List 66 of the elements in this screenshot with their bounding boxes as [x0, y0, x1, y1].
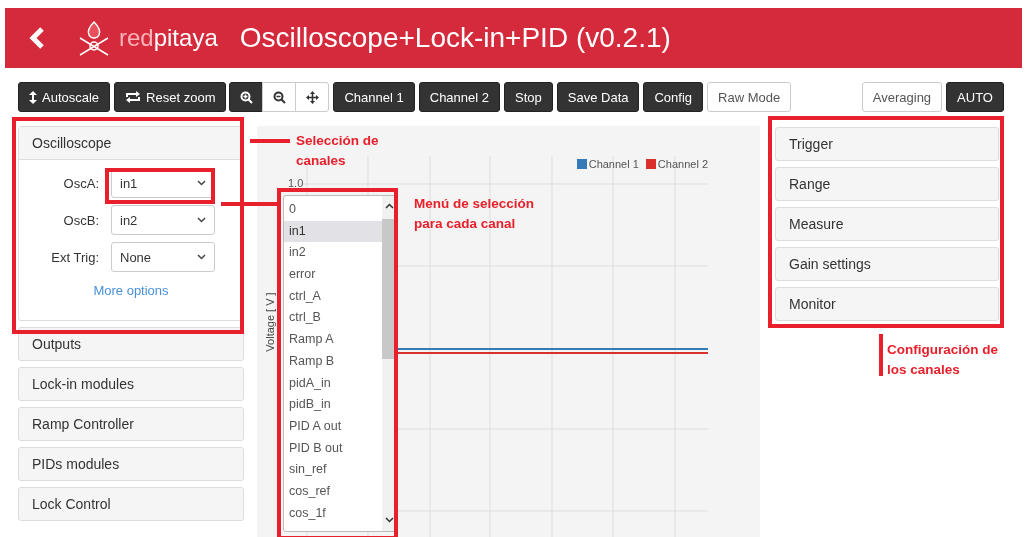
dropdown-option[interactable]: ctrl_B	[284, 307, 382, 330]
annotation-label: Selección de canales	[296, 132, 379, 170]
axis-label: Voltage [ V ]	[263, 292, 276, 352]
panel-section[interactable]: Measure	[775, 207, 999, 241]
zoom-in-button[interactable]	[229, 82, 264, 112]
panel-section[interactable]: Lock-in modules	[18, 367, 244, 401]
move-icon	[305, 90, 319, 104]
dropdown-option[interactable]: PID B out	[284, 437, 382, 460]
annotation-label: Menú de selección para cada canal	[414, 195, 535, 233]
toolbar-button[interactable]: Channel 2	[418, 82, 501, 112]
toolbar-button[interactable]: Averaging	[861, 82, 943, 112]
panel-section[interactable]: Gain settings	[775, 247, 999, 281]
panel-section[interactable]: Lock Control	[18, 487, 244, 521]
zoom-out-icon	[272, 90, 286, 104]
chevron-down-icon	[197, 180, 206, 186]
zoom-out-button[interactable]	[262, 82, 297, 112]
up-down-arrow-icon	[29, 90, 37, 104]
toolbar-button[interactable]: Raw Mode	[707, 82, 792, 112]
panel-section[interactable]: Trigger	[775, 127, 999, 161]
panel-section[interactable]: Monitor	[775, 287, 999, 321]
more-options-link[interactable]: More options	[93, 283, 169, 298]
dropdown-option[interactable]: in2	[284, 242, 382, 265]
toolbar-button[interactable]: Stop	[504, 82, 553, 112]
dropdown-option[interactable]: cos_1f	[284, 502, 382, 525]
field-label: OscA:	[62, 175, 99, 191]
back-icon[interactable]	[29, 27, 45, 49]
move-button[interactable]	[295, 82, 330, 112]
legend-label: Channel 1	[588, 158, 639, 170]
dropdown-option[interactable]: pidB_in	[284, 394, 382, 416]
field-label: OscB:	[62, 212, 99, 228]
field-label: Ext Trig:	[50, 249, 99, 265]
dropdown-option[interactable]: 0	[284, 199, 382, 221]
toolbar-button[interactable]: AUTO	[946, 82, 1004, 112]
dropdown-option[interactable]: error	[284, 264, 382, 286]
panel-section[interactable]: Ramp Controller	[18, 407, 244, 441]
annotation-label: Configuración de los canales	[887, 341, 998, 379]
autoscale-button[interactable]: Autoscale	[18, 82, 111, 112]
chevron-down-icon	[197, 254, 206, 260]
select-field[interactable]: in2	[111, 205, 215, 235]
dropdown-option[interactable]: Ramp A	[284, 329, 382, 351]
app-title: Oscilloscope+Lock-in+PID (v0.2.1)	[239, 22, 671, 54]
panel-section[interactable]: Range	[775, 167, 999, 201]
panel-header[interactable]: Oscilloscope	[19, 127, 243, 160]
dropdown-option[interactable]: in1	[284, 220, 382, 243]
toolbar-button[interactable]: Config	[643, 82, 704, 112]
brand-logo-text: red	[119, 24, 154, 52]
legend-label: Channel 2	[657, 158, 708, 170]
select-field[interactable]: None	[111, 242, 215, 272]
dropdown-option[interactable]: pidA_in	[284, 372, 382, 395]
reset-zoom-button[interactable]: Reset zoom	[114, 82, 227, 112]
chevron-down-icon	[197, 217, 206, 223]
dropdown-option[interactable]: Ramp B	[284, 350, 382, 373]
zoom-in-icon	[239, 90, 253, 104]
toolbar-button[interactable]: Save Data	[556, 82, 640, 112]
axis-tick-label: 1.0	[288, 177, 304, 189]
panel-section[interactable]: PIDs modules	[18, 447, 244, 481]
toolbar-button[interactable]: Channel 1	[333, 82, 415, 112]
dropdown-option[interactable]: cos_ref	[284, 480, 382, 503]
chevron-up-icon	[385, 203, 394, 209]
dropdown-option[interactable]: PID A out	[284, 415, 382, 438]
refresh-icon	[125, 91, 142, 103]
chevron-down-icon	[385, 517, 394, 523]
flame-figure-icon	[77, 19, 111, 57]
dropdown-option[interactable]: sin_ref	[284, 459, 382, 481]
brand-logo-text: pitaya	[153, 24, 218, 52]
dropdown-option[interactable]: ctrl_A	[284, 285, 382, 308]
